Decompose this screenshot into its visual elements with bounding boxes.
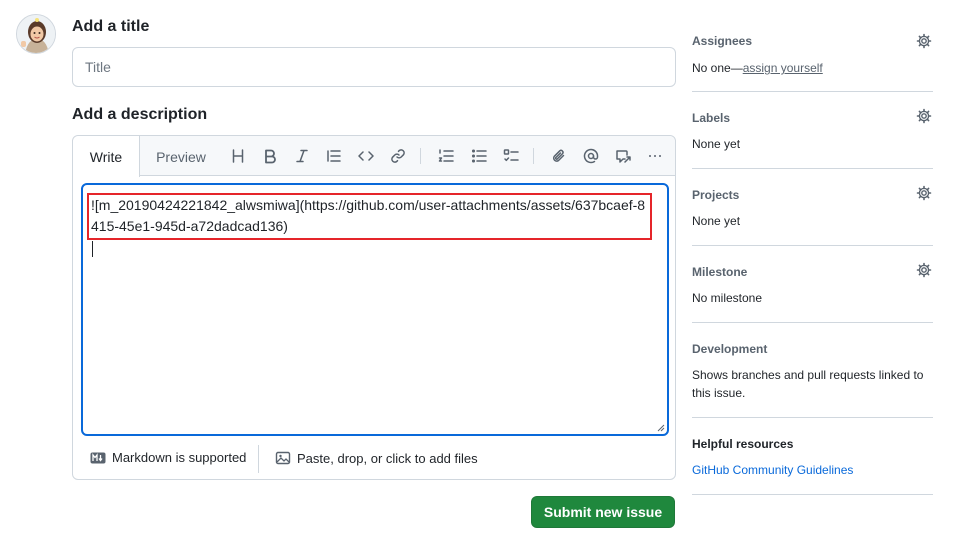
projects-value: None yet [692, 214, 741, 228]
assign-yourself-link[interactable]: assign yourself [743, 61, 823, 75]
description-heading: Add a description [72, 106, 208, 123]
helpful-resources-heading: Helpful resources [692, 437, 794, 451]
description-editor: Write Preview ![m_20190424221842_alwsmiw… [72, 135, 676, 480]
assignees-value: No one—assign yourself [692, 59, 823, 77]
editor-toolbar: Write Preview [73, 136, 675, 177]
editor-footer: Markdown is supported Paste, drop, or cl… [73, 442, 675, 479]
sidebar-helpful-resources: Helpful resources GitHub Community Guide… [692, 418, 933, 495]
quote-icon[interactable] [322, 144, 346, 168]
reference-icon[interactable] [611, 144, 635, 168]
sidebar-assignees: Assignees No one—assign yourself [692, 0, 933, 92]
sidebar-milestone: Milestone No milestone [692, 246, 933, 323]
community-guidelines-link[interactable]: GitHub Community Guidelines [692, 461, 853, 479]
attach-icon[interactable] [547, 144, 571, 168]
attach-label: Paste, drop, or click to add files [297, 450, 478, 466]
description-textarea[interactable]: ![m_20190424221842_alwsmiwa](https://git… [81, 183, 669, 436]
tab-write[interactable]: Write [73, 136, 140, 177]
projects-heading: Projects [692, 188, 740, 202]
labels-gear-icon[interactable] [916, 108, 932, 124]
highlight-annotation [87, 193, 652, 240]
labels-value: None yet [692, 137, 741, 151]
assignees-gear-icon[interactable] [916, 33, 932, 49]
markdown-supported-link[interactable]: Markdown is supported [90, 450, 246, 465]
sidebar-labels: Labels None yet [692, 92, 933, 169]
assignees-prefix: No one— [692, 61, 743, 75]
labels-heading: Labels [692, 111, 731, 125]
assignees-heading: Assignees [692, 34, 753, 48]
development-description: Shows branches and pull requests linked … [692, 368, 924, 400]
markdown-label: Markdown is supported [112, 450, 247, 465]
toolbar-divider [533, 148, 534, 164]
mention-icon[interactable] [579, 144, 603, 168]
link-icon[interactable] [386, 144, 410, 168]
milestone-gear-icon[interactable] [916, 262, 932, 278]
projects-gear-icon[interactable] [916, 185, 932, 201]
code-icon[interactable] [354, 144, 378, 168]
title-input[interactable] [72, 47, 676, 87]
unordered-list-icon[interactable] [467, 144, 491, 168]
avatar [16, 14, 56, 54]
image-icon [275, 451, 291, 465]
italic-icon[interactable] [290, 144, 314, 168]
resize-handle-icon[interactable] [657, 424, 665, 432]
heading-icon[interactable] [226, 144, 250, 168]
tab-preview[interactable]: Preview [145, 136, 217, 177]
numbered-list-icon[interactable] [434, 144, 458, 168]
attach-files-button[interactable]: Paste, drop, or click to add files [275, 450, 478, 466]
submit-issue-button[interactable]: Submit new issue [531, 496, 675, 528]
bold-icon[interactable] [258, 144, 282, 168]
development-heading: Development [692, 342, 768, 356]
toolbar-divider [420, 148, 421, 164]
task-list-icon[interactable] [499, 144, 523, 168]
sidebar-projects: Projects None yet [692, 169, 933, 246]
markdown-icon [90, 452, 106, 463]
footer-divider [258, 445, 259, 473]
more-icon[interactable] [643, 144, 667, 168]
text-caret [92, 241, 93, 257]
milestone-value: No milestone [692, 291, 763, 305]
sidebar-development: Development Shows branches and pull requ… [692, 323, 933, 418]
milestone-heading: Milestone [692, 265, 748, 279]
title-heading: Add a title [72, 18, 150, 35]
